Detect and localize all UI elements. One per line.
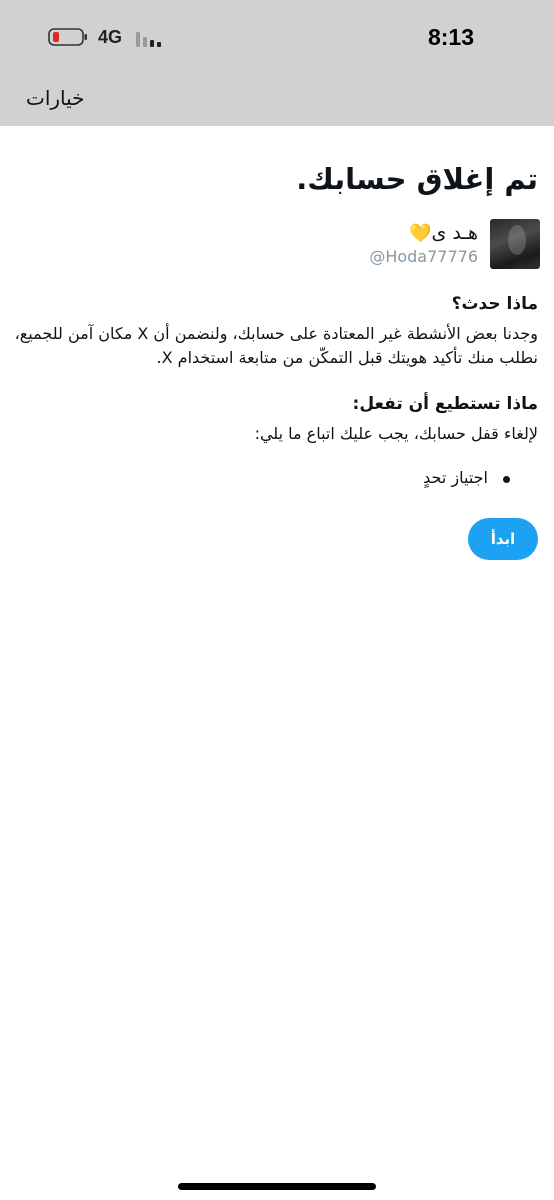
status-bar: 4G 8:13 bbox=[0, 0, 554, 78]
yellow-heart-icon: 💛 bbox=[409, 222, 432, 244]
clock-time: 8:13 bbox=[427, 24, 474, 50]
battery-icon bbox=[48, 28, 87, 46]
options-button[interactable]: خيارات bbox=[26, 86, 85, 110]
top-bar-area: 4G 8:13 خيارات bbox=[0, 0, 554, 126]
steps-list: اجتياز تحدٍ bbox=[423, 468, 514, 487]
display-name-text: هـد ى bbox=[431, 221, 478, 244]
page-title: تم إغلاق حسابك. bbox=[296, 162, 538, 196]
nav-bar: خيارات bbox=[0, 78, 554, 126]
user-handle: @Hoda77776 bbox=[369, 246, 478, 266]
signal-icon bbox=[136, 32, 161, 47]
start-button[interactable]: ابدأ bbox=[468, 518, 538, 560]
avatar bbox=[490, 219, 540, 269]
home-indicator[interactable] bbox=[178, 1183, 376, 1190]
profile-card: هـد ى💛 @Hoda77776 bbox=[369, 218, 540, 270]
display-name: هـد ى💛 bbox=[409, 221, 478, 246]
what-to-do-heading: ماذا تستطيع أن تفعل: bbox=[352, 394, 538, 414]
screen: 4G 8:13 خيارات تم إغلاق حسابك. هـد ى💛 @H… bbox=[0, 0, 554, 1200]
profile-names: هـد ى💛 @Hoda77776 bbox=[369, 221, 478, 268]
what-happened-text: وجدنا بعض الأنشطة غير المعتادة على حسابك… bbox=[14, 324, 538, 367]
list-item: اجتياز تحدٍ bbox=[423, 468, 514, 487]
what-to-do-text: لإلغاء قفل حسابك، يجب عليك اتباع ما يلي: bbox=[254, 424, 538, 443]
what-happened-heading: ماذا حدث؟ bbox=[451, 294, 538, 314]
network-type-label: 4G bbox=[98, 27, 123, 47]
